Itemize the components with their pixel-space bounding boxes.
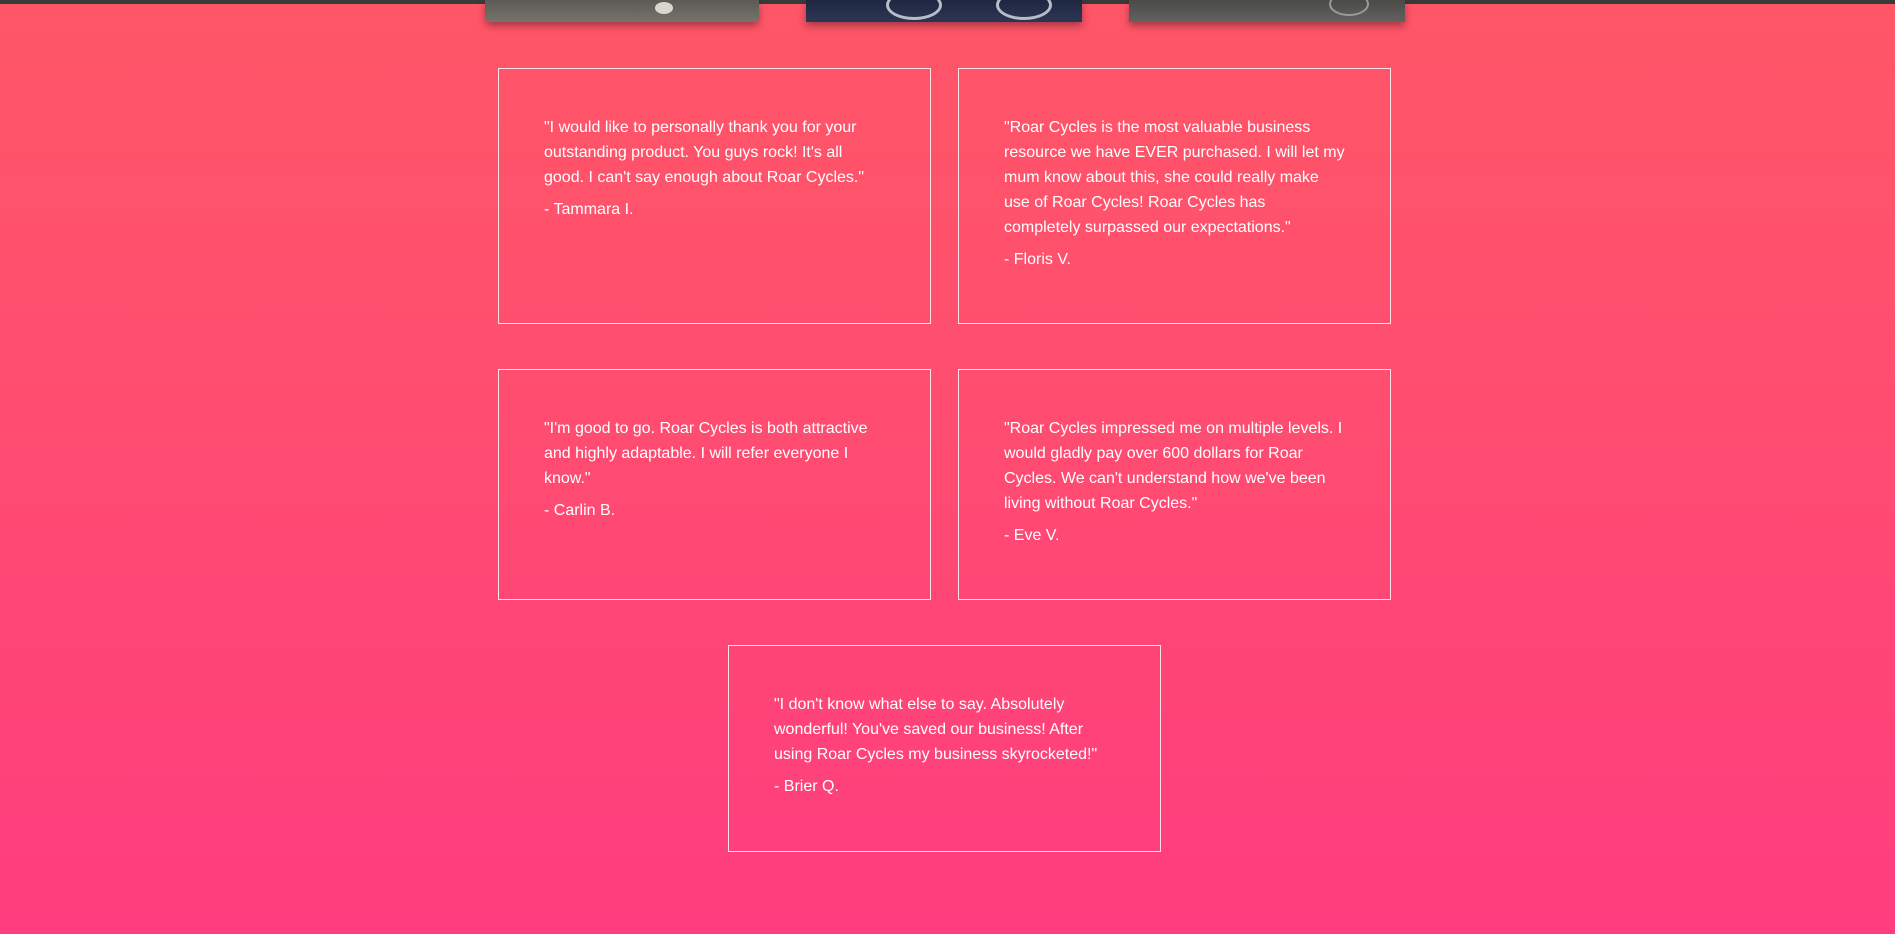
testimonial-card: "I'm good to go. Roar Cycles is both att… xyxy=(498,369,931,600)
testimonial-card: "I don't know what else to say. Absolute… xyxy=(728,645,1161,852)
testimonial-author: - Tammara I. xyxy=(544,201,634,218)
testimonial-quote: "I'm good to go. Roar Cycles is both att… xyxy=(544,420,868,487)
testimonial-author: - Brier Q. xyxy=(774,778,839,795)
testimonial-author: - Carlin B. xyxy=(544,502,616,519)
testimonial-card: "Roar Cycles impressed me on multiple le… xyxy=(958,369,1391,600)
testimonial-quote: "I don't know what else to say. Absolute… xyxy=(774,696,1098,763)
testimonial-card: "Roar Cycles is the most valuable busine… xyxy=(958,68,1391,324)
testimonial-quote: "Roar Cycles impressed me on multiple le… xyxy=(1004,420,1343,512)
wheel-detail xyxy=(655,2,673,14)
testimonial-quote: "Roar Cycles is the most valuable busine… xyxy=(1004,119,1345,236)
testimonial-card: "I would like to personally thank you fo… xyxy=(498,68,931,324)
testimonial-author: - Eve V. xyxy=(1004,527,1060,544)
wheel-detail xyxy=(1329,0,1369,16)
testimonial-quote: "I would like to personally thank you fo… xyxy=(544,119,865,186)
wheel-detail xyxy=(886,0,942,20)
wheel-detail xyxy=(996,0,1052,20)
bike-photo-1[interactable] xyxy=(485,0,759,22)
testimonial-author: - Floris V. xyxy=(1004,251,1071,268)
bike-photo-2[interactable] xyxy=(806,0,1082,22)
bike-photo-3[interactable] xyxy=(1129,0,1405,22)
